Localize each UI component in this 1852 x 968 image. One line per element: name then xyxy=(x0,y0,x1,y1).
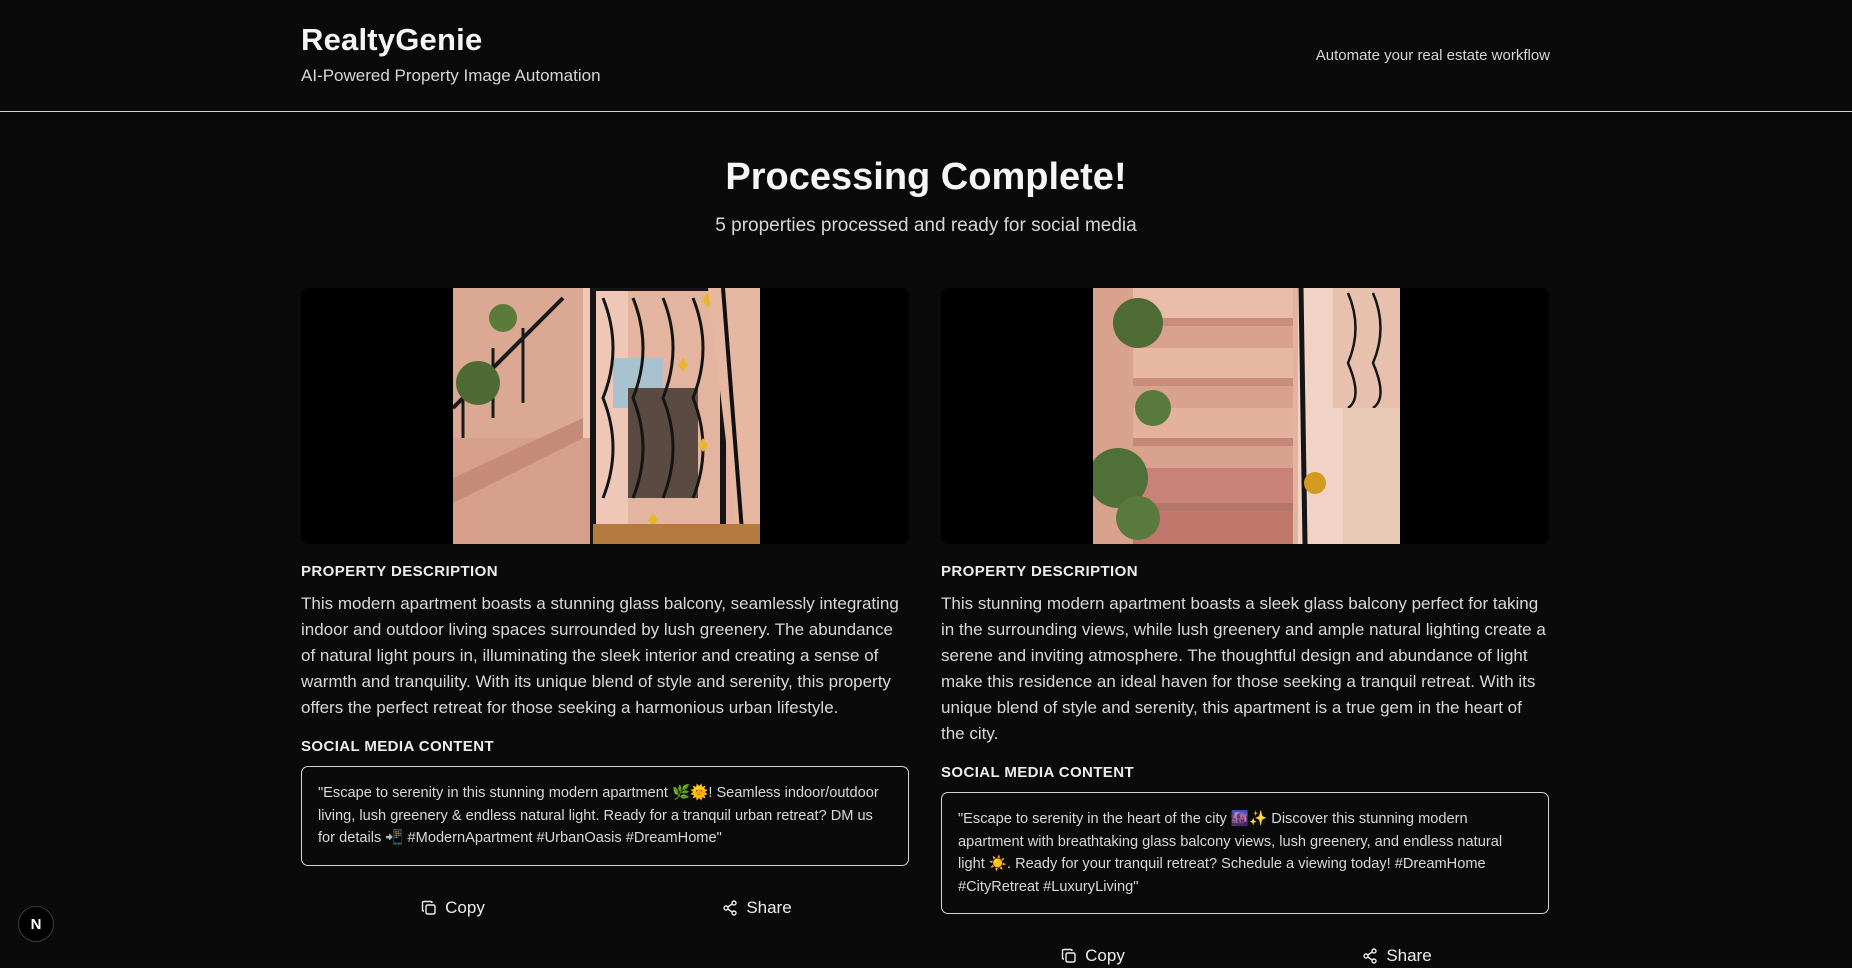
description-label: PROPERTY DESCRIPTION xyxy=(301,563,498,580)
social-media-label: SOCIAL MEDIA CONTENT xyxy=(301,738,495,755)
social-media-label: SOCIAL MEDIA CONTENT xyxy=(941,764,1135,781)
description-label: PROPERTY DESCRIPTION xyxy=(941,563,1138,580)
brand-subtitle: AI-Powered Property Image Automation xyxy=(301,66,601,85)
property-card: PROPERTY DESCRIPTION This stunning moder… xyxy=(941,288,1549,968)
property-photo xyxy=(1093,288,1400,544)
share-label: Share xyxy=(1386,946,1432,965)
brand-title: RealtyGenie xyxy=(301,22,483,57)
app-header: RealtyGenie AI-Powered Property Image Au… xyxy=(0,0,1852,112)
share-icon xyxy=(722,899,738,916)
property-image-frame xyxy=(301,288,909,544)
social-media-content[interactable]: "Escape to serenity in the heart of the … xyxy=(941,792,1549,914)
copy-button[interactable]: Copy xyxy=(301,896,605,920)
property-card: PROPERTY DESCRIPTION This modern apartme… xyxy=(301,288,909,920)
copy-label: Copy xyxy=(1085,946,1125,965)
card-actions: Copy Share xyxy=(941,944,1549,968)
page-subtitle: 5 properties processed and ready for soc… xyxy=(715,215,1137,236)
share-button[interactable]: Share xyxy=(605,896,909,920)
header-tagline: Automate your real estate workflow xyxy=(1315,47,1550,64)
copy-button[interactable]: Copy xyxy=(941,944,1245,968)
page-title: Processing Complete! xyxy=(725,156,1127,198)
social-media-content[interactable]: "Escape to serenity in this stunning mod… xyxy=(301,766,909,866)
share-label: Share xyxy=(746,897,792,917)
property-image-frame xyxy=(941,288,1549,544)
property-description: This modern apartment boasts a stunning … xyxy=(301,594,899,717)
share-button[interactable]: Share xyxy=(1245,944,1549,968)
copy-label: Copy xyxy=(445,897,485,917)
copy-icon xyxy=(421,900,437,916)
card-actions: Copy Share xyxy=(301,896,909,920)
property-photo xyxy=(453,288,760,544)
property-description: This stunning modern apartment boasts a … xyxy=(941,594,1546,743)
dev-tools-badge[interactable]: N xyxy=(18,906,54,942)
